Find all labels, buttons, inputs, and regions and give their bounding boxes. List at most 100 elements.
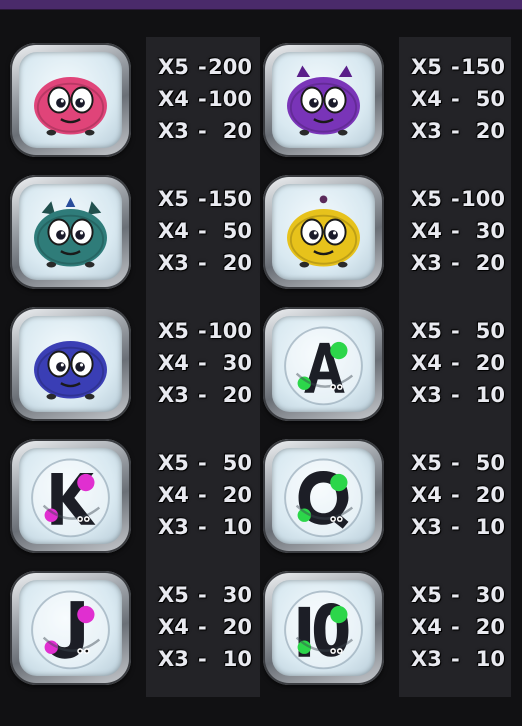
payout-separator: -: [198, 647, 207, 671]
payout-list: X5 - 150 X4 - 50 X3 - 20: [399, 51, 513, 147]
payout-separator: -: [451, 483, 460, 507]
payout-separator: -: [198, 251, 207, 275]
payout-row: X4 - 20: [399, 347, 513, 379]
payout-multiplier: X5: [158, 319, 189, 343]
payout-separator: -: [451, 383, 460, 407]
payout-separator: -: [451, 219, 460, 243]
payout-separator: -: [451, 351, 460, 375]
payout-row: X4 - 20: [146, 479, 260, 511]
teal-dragon-monster-icon: [19, 184, 122, 280]
payout-list: X5 - 30 X4 - 20 X3 - 10: [146, 579, 260, 675]
letter-j-icon: [19, 580, 122, 676]
payout-row: X5 - 50: [399, 315, 513, 347]
payout-row: X3 - 20: [146, 115, 260, 147]
payout-separator: -: [198, 187, 207, 211]
payout-multiplier: X5: [411, 187, 442, 211]
payout-multiplier: X5: [411, 319, 442, 343]
payout-separator: -: [198, 583, 207, 607]
payout-separator: -: [198, 55, 207, 79]
payout-value: 20: [475, 351, 505, 375]
payout-row: X5 - 50: [146, 447, 260, 479]
payout-row: X5 - 50: [399, 447, 513, 479]
payout-multiplier: X3: [411, 515, 442, 539]
paytable-entry: X5 - 50 X4 - 20 X3 - 10: [0, 433, 252, 561]
payout-separator: -: [198, 87, 207, 111]
payout-separator: -: [451, 583, 460, 607]
payout-separator: -: [451, 251, 460, 275]
payout-value: 10: [475, 383, 505, 407]
payout-separator: -: [451, 319, 460, 343]
payout-separator: -: [198, 319, 207, 343]
payout-value: 150: [208, 187, 252, 211]
pink-monster-icon: [19, 52, 122, 148]
payout-multiplier: X3: [158, 119, 189, 143]
payout-separator: -: [451, 647, 460, 671]
paytable-entry: X5 - 150 X4 - 50 X3 - 20: [253, 37, 505, 165]
payout-value: 100: [208, 87, 252, 111]
payout-row: X5 - 100: [146, 315, 260, 347]
payout-value: 20: [475, 615, 505, 639]
payout-multiplier: X4: [411, 219, 442, 243]
payout-multiplier: X5: [158, 451, 189, 475]
payout-row: X5 - 30: [399, 579, 513, 611]
symbol-tile: [263, 43, 384, 157]
payout-row: X4 - 50: [399, 83, 513, 115]
paytable-entry: X5 - 150 X4 - 50 X3 - 20: [0, 169, 252, 297]
payout-row: X5 - 100: [399, 183, 513, 215]
payout-row: X3 - 20: [399, 115, 513, 147]
payout-multiplier: X3: [158, 383, 189, 407]
letter-k-icon: [19, 448, 122, 544]
payout-row: X4 - 30: [399, 215, 513, 247]
symbol-tile: [263, 571, 384, 685]
payout-multiplier: X5: [411, 583, 442, 607]
payout-row: X3 - 10: [399, 643, 513, 675]
payout-multiplier: X4: [158, 351, 189, 375]
symbol-tile: [263, 439, 384, 553]
payout-multiplier: X3: [411, 251, 442, 275]
payout-row: X4 - 50: [146, 215, 260, 247]
payout-row: X5 - 200: [146, 51, 260, 83]
payout-separator: -: [198, 351, 207, 375]
top-bar: [0, 0, 522, 10]
payout-list: X5 - 50 X4 - 20 X3 - 10: [146, 447, 260, 543]
payout-list: X5 - 150 X4 - 50 X3 - 20: [146, 183, 260, 279]
paytable-entry: X5 - 100 X4 - 30 X3 - 20: [0, 301, 252, 429]
payout-row: X3 - 10: [399, 379, 513, 411]
payout-multiplier: X4: [411, 87, 442, 111]
symbol-tile: [10, 439, 131, 553]
payout-row: X5 - 150: [399, 51, 513, 83]
payout-separator: -: [198, 451, 207, 475]
payout-separator: -: [198, 383, 207, 407]
payout-value: 50: [222, 219, 252, 243]
payout-separator: -: [198, 219, 207, 243]
payout-row: X3 - 20: [146, 379, 260, 411]
payout-value: 10: [475, 647, 505, 671]
payout-multiplier: X5: [411, 451, 442, 475]
payout-value: 30: [475, 219, 505, 243]
paytable-entry: X5 - 30 X4 - 20 X3 - 10: [0, 565, 252, 693]
paytable-entry: X5 - 100 X4 - 30 X3 - 20: [253, 169, 505, 297]
payout-multiplier: X5: [158, 187, 189, 211]
payout-value: 20: [475, 251, 505, 275]
payout-separator: -: [198, 483, 207, 507]
payout-value: 20: [222, 483, 252, 507]
payout-value: 20: [222, 119, 252, 143]
payout-multiplier: X4: [158, 219, 189, 243]
payout-multiplier: X3: [158, 251, 189, 275]
payout-multiplier: X5: [411, 55, 442, 79]
payout-row: X3 - 20: [146, 247, 260, 279]
symbol-tile: [263, 307, 384, 421]
payout-multiplier: X4: [158, 615, 189, 639]
purple-monster-icon: [272, 52, 375, 148]
payout-row: X4 - 20: [399, 479, 513, 511]
payout-separator: -: [198, 119, 207, 143]
payout-value: 30: [222, 583, 252, 607]
payout-multiplier: X3: [411, 383, 442, 407]
payout-multiplier: X4: [411, 483, 442, 507]
payout-separator: -: [198, 615, 207, 639]
payout-value: 30: [222, 351, 252, 375]
payout-value: 50: [222, 451, 252, 475]
payout-separator: -: [451, 87, 460, 111]
payout-row: X4 - 20: [146, 611, 260, 643]
payout-row: X4 - 20: [399, 611, 513, 643]
